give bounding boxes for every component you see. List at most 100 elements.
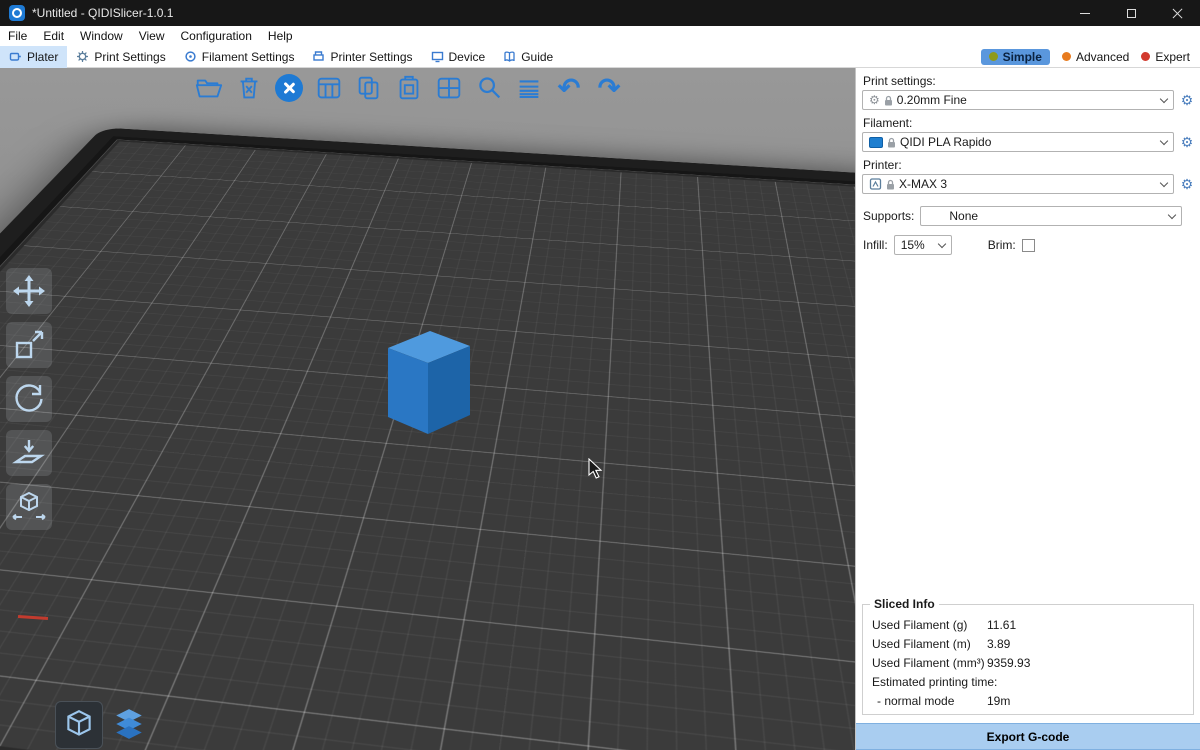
gear-icon: ⚙ [869,94,880,106]
menu-help[interactable]: Help [260,26,301,46]
open-button[interactable] [192,71,226,105]
copy-button[interactable] [352,71,386,105]
editor-cube-icon [62,708,96,742]
tab-filament-settings[interactable]: Filament Settings [175,46,304,68]
mouse-cursor [588,458,604,480]
paste-clipboard-icon [394,73,424,103]
place-on-face-button[interactable] [6,430,52,476]
used-filament-m-label: Used Filament (m) [867,637,987,651]
rotate-button[interactable] [6,376,52,422]
tab-plater[interactable]: Plater [0,46,67,68]
3d-viewport[interactable]: ↶ ↷ [0,68,855,750]
print-settings-gear-button[interactable]: ⚙ [1179,92,1195,108]
menu-configuration[interactable]: Configuration [173,26,260,46]
export-gcode-button[interactable]: Export G-code [856,723,1200,750]
filament-gear-button[interactable]: ⚙ [1179,134,1195,150]
supports-combo[interactable]: None [920,206,1182,226]
layer-lines-icon [514,73,544,103]
mode-simple-label: Simple [1003,50,1042,64]
minimize-button[interactable] [1062,0,1108,26]
printer-value: X-MAX 3 [899,177,947,191]
filament-color-swatch [869,137,883,148]
tab-guide[interactable]: Guide [494,46,562,68]
move-arrows-icon [11,273,47,309]
qidislicer-window: *Untitled - QIDISlicer-1.0.1 File Edit W… [0,0,1200,750]
printer-combo[interactable]: X-MAX 3 [862,174,1174,194]
close-button[interactable] [1154,0,1200,26]
normal-mode-label: - normal mode [867,694,987,708]
delete-all-button[interactable] [272,71,306,105]
infill-combo[interactable]: 15% [894,235,952,255]
gizmo-toolbar [6,268,52,530]
used-filament-mm3-label: Used Filament (mm³) [867,656,987,670]
rotate-icon [11,381,47,417]
app-logo-icon [9,5,25,21]
tab-plater-label: Plater [27,50,58,64]
guide-book-icon [503,50,516,63]
infill-value: 15% [901,238,925,252]
scale-button[interactable] [6,322,52,368]
scale-icon [11,327,47,363]
flatten-icon [11,435,47,471]
menu-window[interactable]: Window [72,26,131,46]
paste-button[interactable] [392,71,426,105]
redo-button[interactable]: ↷ [592,71,626,105]
search-button[interactable] [472,71,506,105]
sliced-info-title: Sliced Info [870,597,939,611]
printer-bed [0,128,855,750]
copy-icon [354,73,384,103]
lock-icon [887,137,896,148]
mode-expert[interactable]: Expert [1141,50,1190,64]
filament-icon [184,50,197,63]
cube-model[interactable] [378,320,474,438]
sidebar-spacer [856,255,1200,604]
tab-print-settings[interactable]: Print Settings [67,46,174,68]
chevron-down-icon [937,239,945,247]
mode-simple[interactable]: Simple [981,49,1050,65]
gear-icon [76,50,89,63]
sliced-info-row: Used Filament (m) 3.89 [867,634,1189,653]
printer-mini-icon [869,178,882,190]
print-settings-label: Print settings: [863,74,1200,88]
minimize-icon [1080,13,1090,14]
undo-icon: ↶ [558,73,581,103]
arrange-button[interactable] [312,71,346,105]
menu-view[interactable]: View [131,26,173,46]
folder-open-icon [194,73,224,103]
mode-advanced-label: Advanced [1076,50,1129,64]
variable-layer-height-button[interactable] [512,71,546,105]
sliced-info-panel: Sliced Info Used Filament (g) 11.61 Used… [862,604,1194,715]
cut-button[interactable] [6,484,52,530]
settings-sidebar: Print settings: ⚙ 0.20mm Fine ⚙ Filament… [855,68,1200,750]
split-button[interactable] [432,71,466,105]
infill-label: Infill: [863,238,888,252]
chevron-down-icon [1168,210,1176,218]
lock-icon [884,95,893,106]
editor-view-button[interactable] [56,702,102,748]
titlebar: *Untitled - QIDISlicer-1.0.1 [0,0,1200,26]
preview-view-button[interactable] [106,702,152,748]
close-icon [1172,8,1183,19]
supports-value: None [949,209,978,223]
brim-checkbox[interactable] [1022,239,1035,252]
split-panes-icon [434,73,464,103]
menu-edit[interactable]: Edit [35,26,72,46]
tab-printer-settings[interactable]: Printer Settings [303,46,421,68]
window-title: *Untitled - QIDISlicer-1.0.1 [32,6,173,20]
supports-label: Supports: [863,209,914,223]
delete-button[interactable] [232,71,266,105]
move-button[interactable] [6,268,52,314]
sliced-info-row: Estimated printing time: [867,672,1189,691]
menu-file[interactable]: File [0,26,35,46]
tab-print-settings-label: Print Settings [94,50,165,64]
filament-combo[interactable]: QIDI PLA Rapido [862,132,1174,152]
print-settings-combo[interactable]: ⚙ 0.20mm Fine [862,90,1174,110]
mode-switcher: Simple Advanced Expert [981,49,1200,65]
printer-gear-button[interactable]: ⚙ [1179,176,1195,192]
maximize-button[interactable] [1108,0,1154,26]
mode-advanced[interactable]: Advanced [1062,50,1129,64]
arrange-grid-icon [314,73,344,103]
undo-button[interactable]: ↶ [552,71,586,105]
view-switch [56,702,152,748]
tab-device[interactable]: Device [422,46,495,68]
